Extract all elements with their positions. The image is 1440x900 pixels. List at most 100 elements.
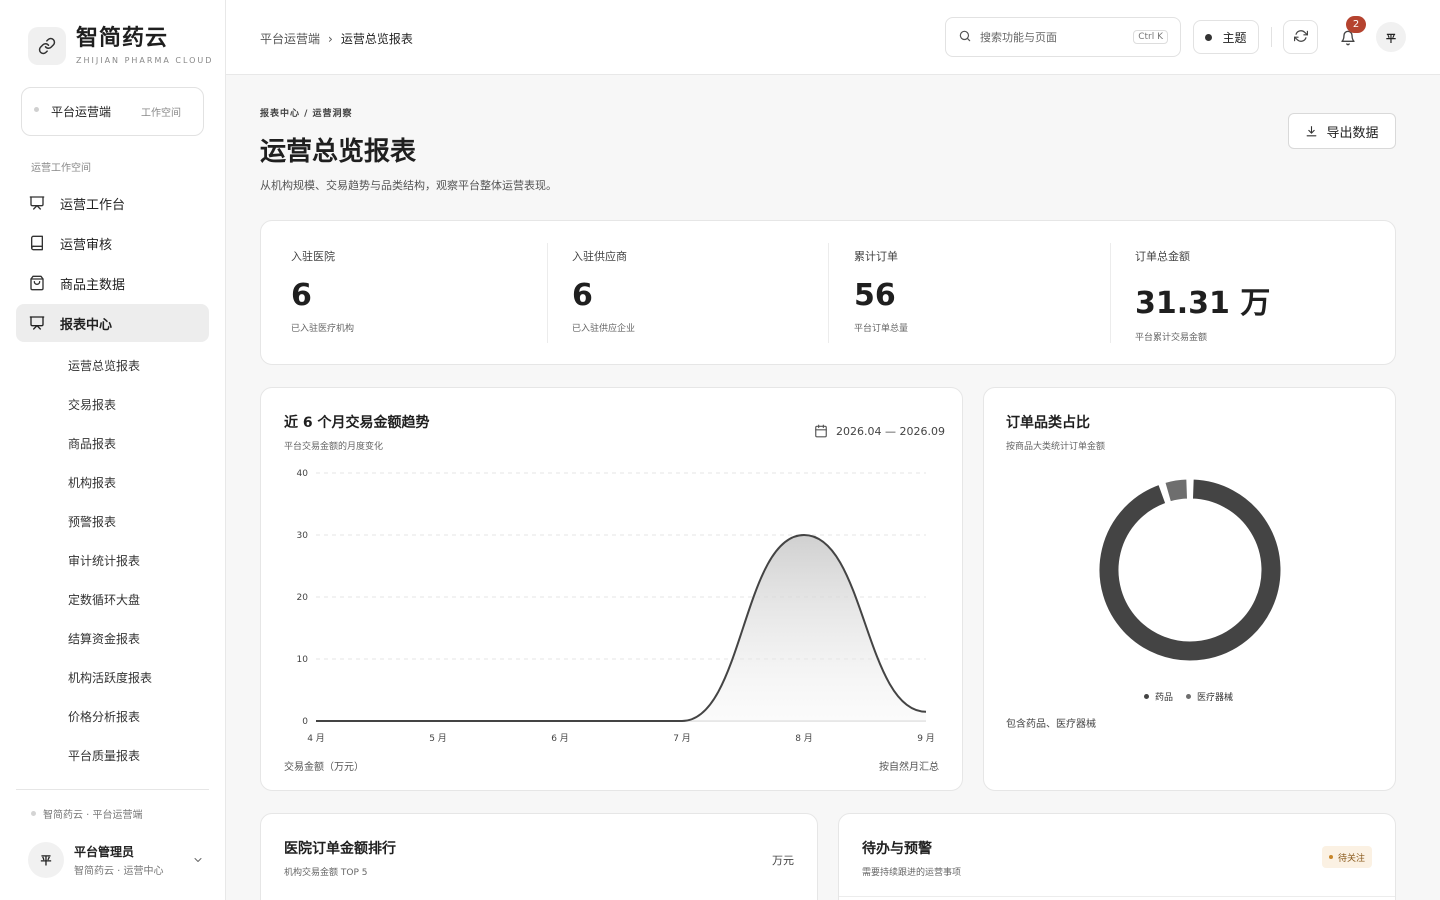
presentation-icon	[28, 314, 46, 332]
sidebar-item-reports[interactable]: 报表中心	[16, 304, 209, 342]
kpi-card: 入驻医院 6 已入驻医疗机构 入驻供应商 6 已入驻供应企业 累计订单 56 平…	[260, 220, 1396, 365]
kpi-divider	[828, 243, 829, 343]
kpi-value: 6	[291, 278, 312, 313]
sub-item-warning[interactable]: 预警报表	[68, 513, 116, 530]
kpi-label: 入驻医院	[291, 250, 335, 263]
breadcrumb: 平台运营端 › 运营总览报表	[260, 30, 413, 47]
category-chart-card: 订单品类占比 按商品大类统计订单金额 药品 医疗器械 包含药品、医疗器械	[983, 387, 1396, 791]
category-donut	[1098, 478, 1282, 662]
legend-item: 医疗器械	[1186, 690, 1233, 703]
sidebar-item-label: 运营审核	[60, 237, 113, 253]
kpi-hospitals: 入驻医院 6 已入驻医疗机构	[291, 243, 551, 343]
user-name: 平台管理员	[74, 845, 135, 859]
notification-badge: 2	[1346, 16, 1366, 33]
todo-subtitle: 需要持续跟进的运营事项	[862, 868, 962, 878]
donut-slice[interactable]	[1164, 478, 1189, 503]
sidebar-item-workbench[interactable]: 运营工作台	[16, 184, 209, 222]
brand-subtitle: ZHIJIAN PHARMA CLOUD	[76, 56, 214, 65]
todo-divider	[839, 896, 1395, 897]
kpi-suppliers: 入驻供应商 6 已入驻供应企业	[572, 243, 832, 343]
sidebar-item-review[interactable]: 运营审核	[16, 224, 209, 262]
trend-chart-card: 近 6 个月交易金额趋势 平台交易金额的月度变化 2026.04 — 2026.…	[260, 387, 963, 791]
search-shortcut: Ctrl K	[1133, 30, 1168, 44]
sub-item-price[interactable]: 价格分析报表	[68, 708, 140, 725]
sidebar-divider	[16, 789, 209, 790]
sub-item-audit[interactable]: 审计统计报表	[68, 552, 140, 569]
breadcrumb-item-root[interactable]: 平台运营端	[260, 30, 320, 47]
user-org: 智简药云 · 运营中心	[74, 866, 164, 877]
legend-label: 医疗器械	[1197, 693, 1234, 703]
sub-item-settlement[interactable]: 结算资金报表	[68, 630, 140, 647]
chevron-down-icon	[192, 851, 204, 870]
legend-dot	[1186, 694, 1192, 699]
kpi-value: 31.31 万	[1135, 286, 1271, 321]
kpi-note: 平台订单总量	[854, 324, 909, 334]
export-button[interactable]: 导出数据	[1288, 113, 1396, 149]
workspace-name: 平台运营端	[51, 105, 112, 119]
avatar[interactable]: 平	[1376, 22, 1406, 52]
refresh-icon	[1293, 28, 1308, 47]
kpi-note: 平台累计交易金额	[1135, 333, 1208, 343]
sub-item-activity[interactable]: 机构活跃度报表	[68, 669, 152, 686]
sub-item-trade[interactable]: 交易报表	[68, 396, 116, 413]
sub-item-product[interactable]: 商品报表	[68, 435, 116, 452]
chart-unit-label: 交易金额（万元）	[284, 762, 364, 773]
hospital-rank-card: 医院订单金额排行 机构交易金额 TOP 5 万元	[260, 813, 818, 900]
sub-item-org[interactable]: 机构报表	[68, 474, 116, 491]
x-tick-label: 9 月	[917, 733, 935, 744]
todo-card: 待办与预警 需要持续跟进的运营事项 待关注	[838, 813, 1396, 900]
x-tick-label: 6 月	[551, 733, 569, 744]
status-badge: 待关注	[1321, 846, 1372, 868]
y-tick-label: 20	[297, 593, 309, 603]
book-icon	[28, 234, 46, 252]
refresh-button[interactable]	[1283, 20, 1318, 54]
sub-item-cycle[interactable]: 定数循环大盘	[68, 591, 140, 608]
theme-button[interactable]: 主题	[1193, 20, 1259, 54]
workspace-switcher[interactable]: 平台运营端 工作空间	[21, 87, 204, 136]
kpi-note: 已入驻医疗机构	[291, 324, 355, 334]
kpi-note: 已入驻供应企业	[572, 324, 636, 334]
legend-dot	[1144, 694, 1149, 699]
kpi-orders: 累计订单 56 平台订单总量	[854, 243, 1114, 343]
theme-label: 主题	[1222, 30, 1247, 45]
sidebar: 智简药云 ZHIJIAN PHARMA CLOUD 平台运营端 工作空间 运营工…	[0, 0, 226, 900]
brand-logo[interactable]: 智简药云 ZHIJIAN PHARMA CLOUD	[28, 26, 213, 65]
sub-item-overview[interactable]: 运营总览报表	[68, 357, 140, 374]
brand-title: 智简药云	[76, 26, 169, 51]
sidebar-footer-text: 智简药云 · 平台运营端	[43, 810, 143, 821]
user-menu[interactable]: 平 平台管理员 智简药云 · 运营中心	[28, 842, 204, 878]
y-tick-label: 0	[302, 717, 308, 727]
donut-slice[interactable]	[1098, 478, 1282, 662]
status-dot	[31, 811, 36, 816]
page-eyebrow: 报表中心 / 运营洞察	[260, 109, 353, 119]
trend-chart: 0 10 20 30 40 4 月 5 月 6 月 7 月 8 月 9 月	[297, 469, 935, 744]
breadcrumb-item-current: 运营总览报表	[340, 32, 413, 46]
sidebar-footer: 智简药云 · 平台运营端	[31, 806, 143, 821]
download-icon	[1307, 125, 1317, 136]
search-input[interactable]: 搜索功能与页面 Ctrl K	[945, 17, 1181, 57]
x-tick-label: 5 月	[429, 733, 447, 744]
rank-subtitle: 机构交易金额 TOP 5	[284, 868, 368, 878]
export-label: 导出数据	[1326, 124, 1379, 140]
sub-item-quality[interactable]: 平台质量报表	[68, 747, 140, 764]
presentation-icon	[28, 194, 46, 212]
workspace-tag: 工作空间	[141, 108, 181, 119]
search-icon	[958, 28, 972, 47]
kpi-value: 6	[572, 278, 593, 313]
x-tick-label: 7 月	[673, 733, 691, 744]
y-tick-label: 40	[297, 469, 309, 479]
chart-aggregation-label: 按自然月汇总	[879, 762, 939, 773]
sidebar-item-label: 运营工作台	[60, 197, 126, 213]
shopping-bag-icon	[28, 274, 46, 292]
legend-label: 药品	[1155, 693, 1174, 703]
breadcrumb-separator: ›	[328, 31, 333, 46]
sidebar-item-label: 报表中心	[60, 317, 113, 333]
kpi-label: 入驻供应商	[572, 250, 627, 263]
kpi-value: 56	[854, 278, 896, 313]
link-icon	[28, 26, 66, 65]
sidebar-item-product-master[interactable]: 商品主数据	[16, 264, 209, 302]
series-area	[316, 535, 926, 721]
category-note: 包含药品、医疗器械	[1006, 719, 1096, 730]
rank-unit: 万元	[772, 854, 794, 867]
theme-dot-icon	[1205, 33, 1213, 41]
